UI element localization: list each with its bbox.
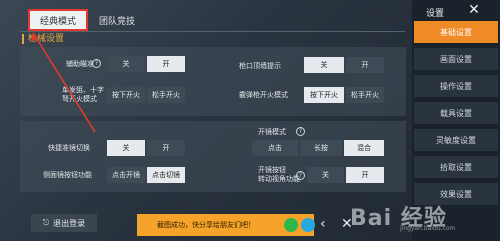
annotation-arrow bbox=[31, 32, 96, 133]
